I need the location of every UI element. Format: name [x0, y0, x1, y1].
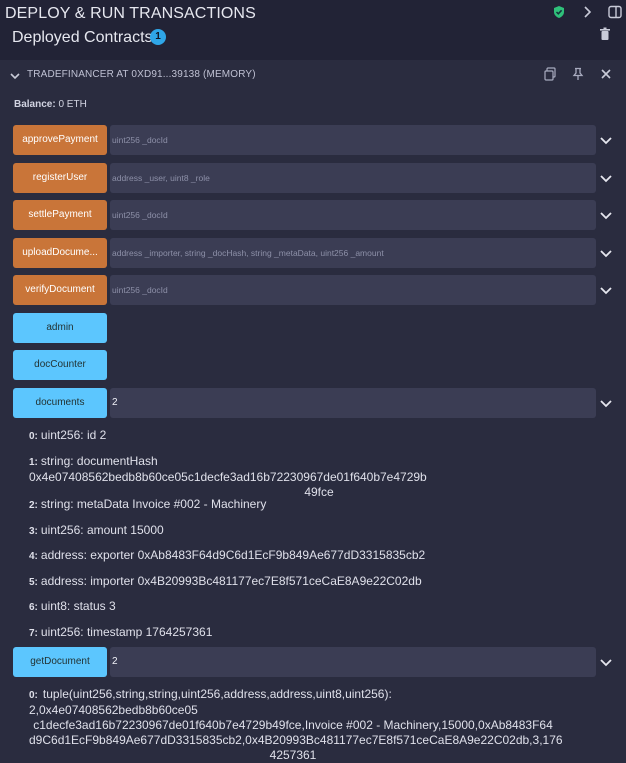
get-document-button[interactable]: getDocument	[13, 647, 107, 677]
upload-document-button[interactable]: uploadDocume...	[13, 238, 107, 268]
output-line: 0: tuple(uint256,string,string,uint256,ad…	[29, 687, 557, 718]
output-line: 1: string: documentHash 0x4e07408562bedb8…	[29, 454, 549, 500]
output-line: 2: string: metaData Invoice #002 - Machin…	[29, 497, 266, 513]
output-line: 4: address: exporter 0xAb8483F64d9C6d1EcF…	[29, 548, 425, 564]
output-line: 5: address: importer 0x4B20993Bc481177ec7…	[29, 574, 422, 590]
chevron-down-icon[interactable]	[599, 396, 613, 410]
deployed-count-badge: 1	[150, 29, 166, 45]
get-document-input[interactable]: 2	[110, 647, 596, 677]
function-row-admin: admin	[13, 313, 623, 343]
chevron-down-icon[interactable]	[9, 69, 21, 81]
verify-document-input[interactable]: uint256 _docId	[110, 275, 596, 305]
pin-icon[interactable]	[571, 67, 585, 81]
output-index: 1:	[29, 457, 38, 468]
output-value: string: documentHash 0x4e07408562bedb8b6…	[29, 454, 427, 484]
doc-counter-button[interactable]: docCounter	[13, 350, 107, 380]
deployed-contracts-heading: Deployed Contracts	[12, 29, 153, 46]
output-value: uint256: id 2	[40, 428, 107, 442]
output-index: 0:	[29, 690, 38, 701]
function-row-approvePayment: approvePayment uint256 _docId	[13, 125, 623, 155]
output-line: 3: uint256: amount 15000	[29, 523, 164, 539]
output-value: uint256: amount 15000	[40, 523, 164, 537]
output-index: 6:	[29, 602, 38, 613]
copy-icon[interactable]	[543, 67, 557, 81]
function-row-uploadDocument: uploadDocume... address _importer, strin…	[13, 238, 623, 268]
header-icons	[552, 5, 622, 19]
balance-label: Balance:	[14, 99, 56, 110]
chevron-down-icon[interactable]	[599, 655, 613, 669]
output-line-continued: 4257361	[269, 748, 317, 762]
chevron-down-icon[interactable]	[599, 208, 613, 222]
function-row-getDocument: getDocument 2	[13, 647, 623, 677]
output-value: address: importer 0x4B20993Bc481177ec7E8…	[40, 574, 422, 588]
output-line: 7: uint256: timestamp 1764257361	[29, 625, 212, 641]
output-value: uint256: timestamp 1764257361	[40, 625, 213, 639]
output-value: address: exporter 0xAb8483F64d9C6d1EcF9b…	[40, 548, 426, 562]
chevron-down-icon[interactable]	[599, 283, 613, 297]
output-index: 2:	[29, 500, 38, 511]
shield-check-icon[interactable]	[552, 5, 566, 19]
output-index: 5:	[29, 577, 38, 588]
output-value: string: metaData Invoice #002 - Machiner…	[40, 497, 267, 511]
settle-payment-input[interactable]: uint256 _docId	[110, 200, 596, 230]
output-line: 0: uint256: id 2	[29, 428, 106, 444]
documents-input[interactable]: 2	[110, 388, 596, 418]
output-value: uint8: status 3	[40, 599, 116, 613]
chevron-down-icon[interactable]	[599, 171, 613, 185]
function-row-registerUser: registerUser address _user, uint8 _role	[13, 163, 623, 193]
approve-payment-button[interactable]: approvePayment	[13, 125, 107, 155]
register-user-input[interactable]: address _user, uint8 _role	[110, 163, 596, 193]
output-index: 0:	[29, 431, 38, 442]
function-row-docCounter: docCounter	[13, 350, 623, 380]
output-line-continued: d9C6d1EcF9b849Ae677dD3315835cb2,0x4B2099…	[29, 733, 563, 747]
output-index: 7:	[29, 628, 38, 639]
function-row-verifyDocument: verifyDocument uint256 _docId	[13, 275, 623, 305]
chevron-down-icon[interactable]	[599, 133, 613, 147]
chevron-right-icon[interactable]	[580, 5, 594, 19]
verify-document-button[interactable]: verifyDocument	[13, 275, 107, 305]
contract-name: TRADEFINANCER AT 0XD91...39138 (MEMORY)	[27, 69, 256, 80]
admin-button[interactable]: admin	[13, 313, 107, 343]
register-user-button[interactable]: registerUser	[13, 163, 107, 193]
contract-header[interactable]: TRADEFINANCER AT 0XD91...39138 (MEMORY)	[0, 60, 626, 90]
balance: Balance: 0 ETH	[14, 99, 87, 110]
output-index: 3:	[29, 526, 38, 537]
upload-document-input[interactable]: address _importer, string _docHash, stri…	[110, 238, 596, 268]
trash-icon[interactable]	[599, 27, 611, 41]
panel-toggle-icon[interactable]	[608, 5, 622, 19]
chevron-down-icon[interactable]	[599, 246, 613, 260]
get-document-output: 0: tuple(uint256,string,string,uint256,ad…	[29, 687, 563, 763]
function-row-documents: documents 2	[13, 388, 623, 418]
panel-title: DEPLOY & RUN TRANSACTIONS	[5, 5, 256, 22]
documents-button[interactable]: documents	[13, 388, 107, 418]
output-line-continued: c1decfe3ad16b72230967de01f640b7e4729b49f…	[33, 718, 553, 732]
output-index: 4:	[29, 551, 38, 562]
output-value: tuple(uint256,string,string,uint256,addr…	[29, 687, 392, 717]
output-line: 6: uint8: status 3	[29, 599, 116, 615]
balance-value: 0 ETH	[58, 99, 87, 110]
settle-payment-button[interactable]: settlePayment	[13, 200, 107, 230]
function-row-settlePayment: settlePayment uint256 _docId	[13, 200, 623, 230]
contract-actions	[543, 67, 613, 81]
contract-panel: TRADEFINANCER AT 0XD91...39138 (MEMORY) …	[0, 60, 626, 763]
close-icon[interactable]	[599, 67, 613, 81]
approve-payment-input[interactable]: uint256 _docId	[110, 125, 596, 155]
